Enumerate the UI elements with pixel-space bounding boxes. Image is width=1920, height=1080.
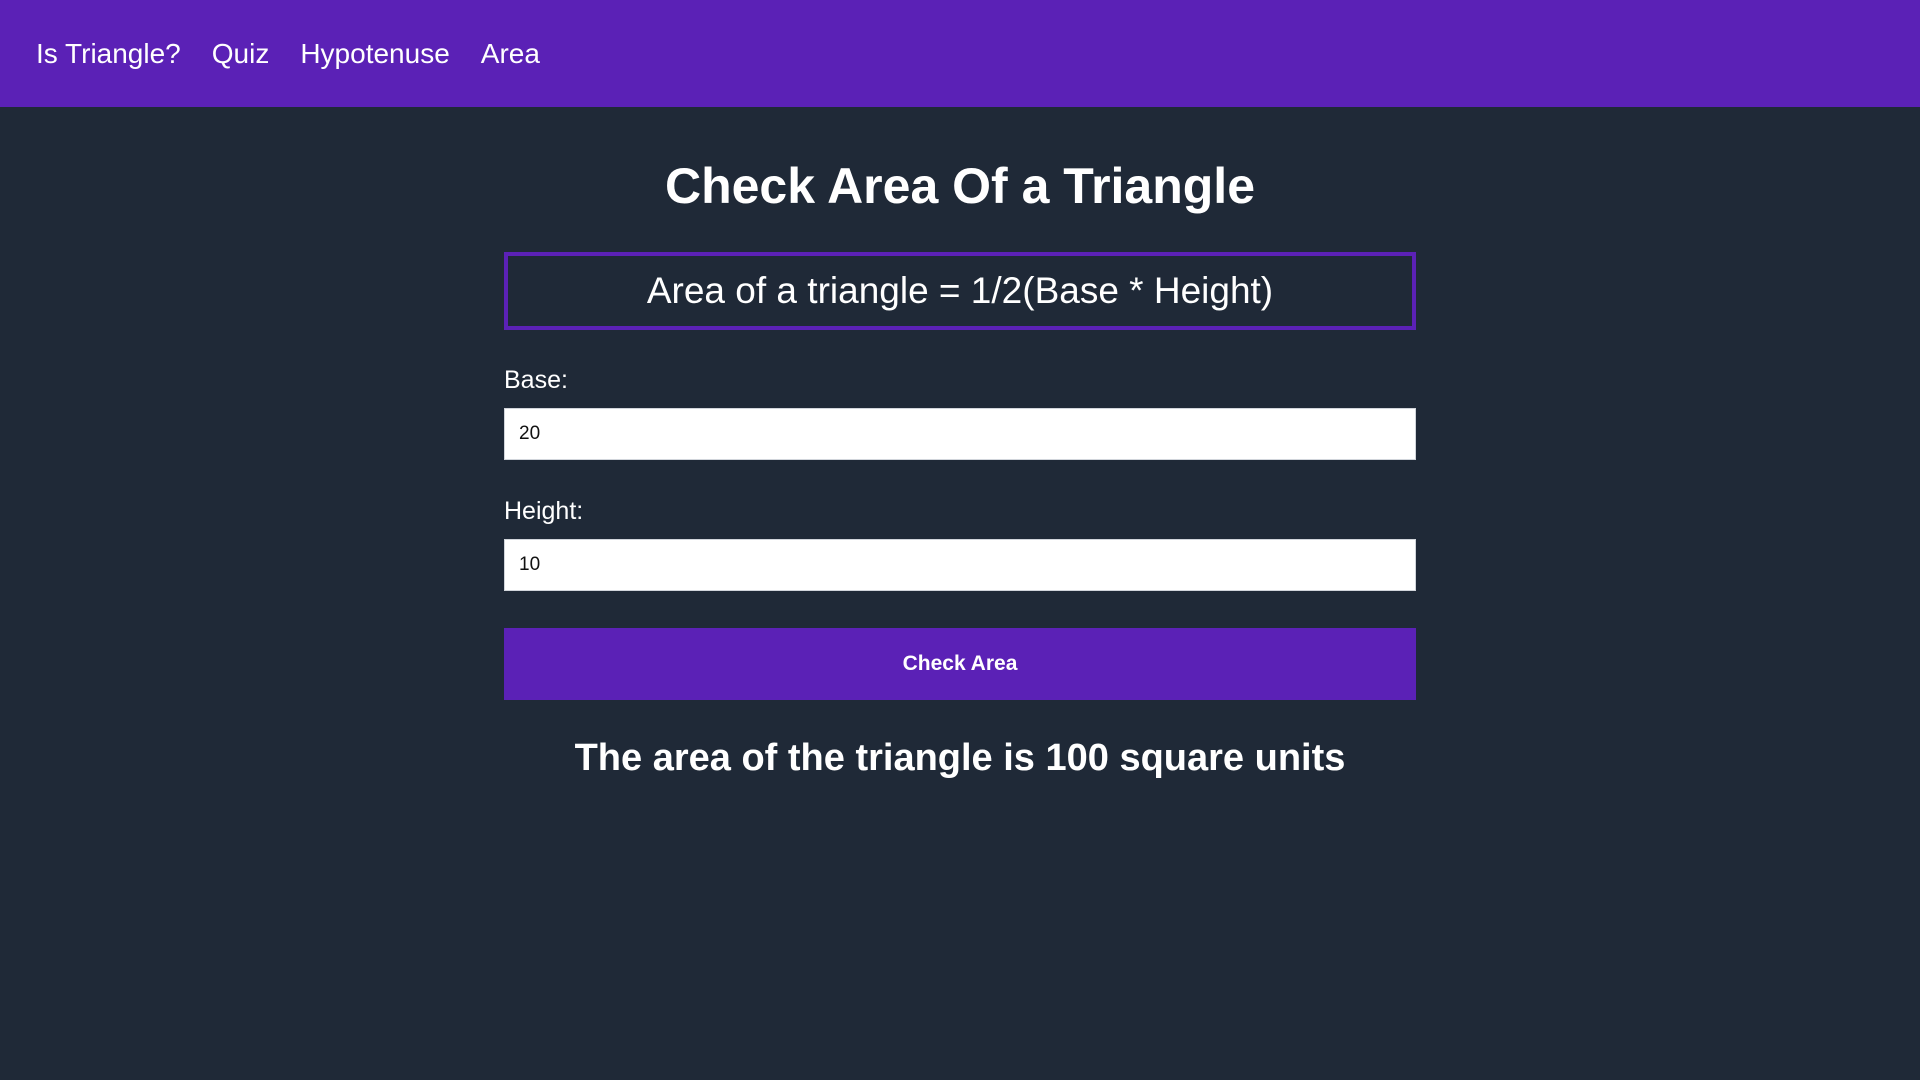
- height-field-group: Height:: [504, 497, 1416, 591]
- check-area-button[interactable]: Check Area: [504, 628, 1416, 700]
- height-input[interactable]: [504, 539, 1416, 591]
- top-navbar: Is Triangle? Quiz Hypotenuse Area: [0, 0, 1920, 107]
- base-field-group: Base:: [504, 366, 1416, 460]
- height-label: Height:: [504, 497, 584, 525]
- nav-link-is-triangle[interactable]: Is Triangle?: [36, 39, 181, 68]
- nav-link-quiz[interactable]: Quiz: [212, 39, 270, 68]
- nav-link-hypotenuse[interactable]: Hypotenuse: [300, 39, 449, 68]
- base-input[interactable]: [504, 408, 1416, 460]
- result-text: The area of the triangle is 100 square u…: [574, 737, 1346, 779]
- main-content: Check Area Of a Triangle Area of a trian…: [504, 107, 1416, 782]
- formula-box: Area of a triangle = 1/2(Base * Height): [504, 252, 1416, 330]
- base-label: Base:: [504, 366, 568, 394]
- page-title: Check Area Of a Triangle: [664, 158, 1256, 214]
- nav-link-area[interactable]: Area: [481, 39, 540, 68]
